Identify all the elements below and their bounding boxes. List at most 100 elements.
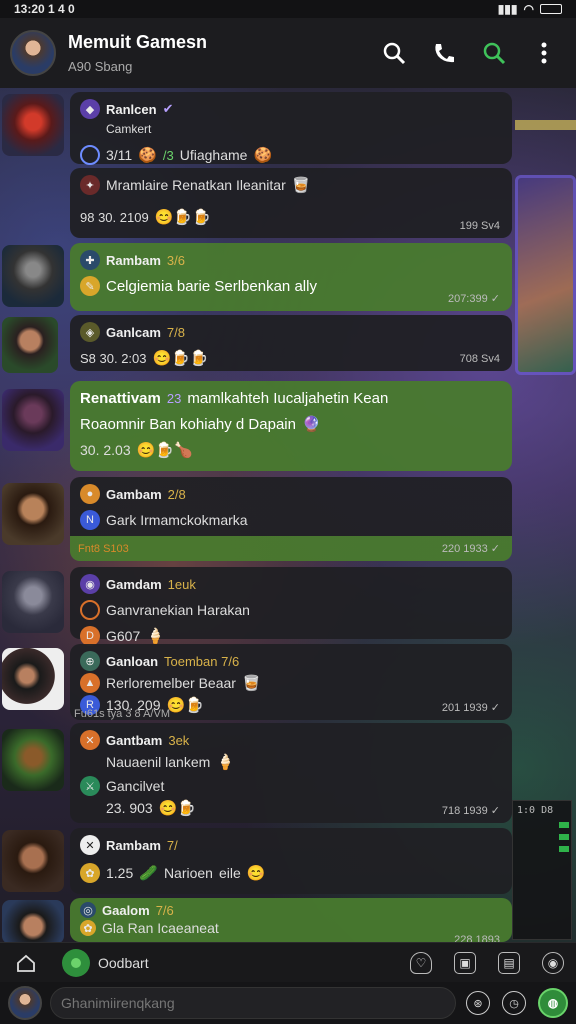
message-time: 220 1933 ✓ [441,543,500,555]
gamepad-icon[interactable]: ⊛ [466,991,490,1015]
emoji-icon: 😊🍺🍗 [136,442,193,459]
message-bubble[interactable]: ✚ Rambam 3/6 ✎ Celgiemia barie Serlbenka… [70,243,512,311]
ring-icon [80,145,100,165]
message-time: 201 1939 ✓ [441,702,500,714]
message-text: Gancilvet [106,778,165,794]
message-date: 98 30. 2109 [80,209,149,225]
group-avatar[interactable] [10,30,56,76]
game-icon: N [80,510,100,530]
message-text: mamlkahteh Iucaljahetin Kean [187,389,389,407]
emoji-icon: 😊🍺🍺 [152,350,209,367]
message-tag: 1euk [167,576,196,592]
signal-icon: ▮▮▮ [497,2,518,16]
footer-label: Fnt8 S103 [78,543,129,555]
message-text: Roaomnir Ban kohiahy d Dapain [80,415,296,433]
game-icon: ✚ [80,250,100,270]
emoji-icon: 😊 [246,865,266,882]
chat-header: Memuit Gamesn A90 Sbang [0,18,576,88]
game-icon: ◉ [80,574,100,594]
message-bubble[interactable]: ◎ Gaalom 7/6 ✿ Gla Ran Icaeaneat 228 189… [70,898,512,946]
message-count: 3/11 [106,147,133,163]
background-shelf-light [515,120,576,130]
coin-icon: ✎ [80,276,100,296]
sender-name: Rambam [106,252,161,268]
send-button[interactable]: ◍ [538,988,568,1018]
green-search-icon[interactable] [480,39,508,67]
emoji-icon: 🔮 [301,416,321,433]
message-bubble[interactable]: ✕ Gantbam 3ek Nauaenil lankem 🍦 ⚔ Gancil… [70,723,512,823]
message-bubble[interactable]: ◉ Gamdam 1euk Ganvranekian Harakan D G60… [70,567,512,646]
home-icon[interactable] [12,949,40,977]
status-dot-icon[interactable] [62,948,90,977]
background-stats-panel: 1:0 D8 [512,800,572,940]
composer-actions: ♡ ▣ ▤ ◉ [410,951,564,974]
stats-bar [559,822,569,828]
message-tag: 3ek [168,732,190,748]
game-icon: ◆ [80,99,100,119]
message-time: 708 Sv4 [459,353,500,365]
game-icon: ● [80,484,100,504]
message-input[interactable] [50,987,456,1019]
message-date: 30. 2.03 [80,442,131,458]
avatar [2,389,64,451]
message-tag: Toemban 7/6 [164,653,240,669]
game-icon [80,600,100,620]
message-text: Rerloremelber Beaar [106,675,236,691]
search-icon[interactable] [380,39,408,67]
verified-icon: ✔ [162,101,174,116]
header-subtitle: A90 Sbang [68,59,133,74]
user-avatar[interactable] [8,986,42,1020]
game-icon: ✕ [80,835,100,855]
game-icon: ⊕ [80,651,100,671]
stats-bar [559,834,569,840]
phone-icon[interactable] [430,39,458,67]
sender-name: Gambam [106,486,162,502]
message-tag: 7/ [166,837,178,853]
game-icon: ◈ [80,322,100,342]
message-bubble[interactable]: ● Gambam 2/8 N Gark Irmamckokmarka Fnt8 … [70,477,512,561]
message-tag: 7/8 [166,324,185,340]
status-time: 13:20 1 4 0 [14,2,75,16]
game-icon: ✕ [80,730,100,750]
gallery-icon[interactable]: ▣ [454,951,476,974]
game-icon: ◎ [80,902,96,918]
composer-label[interactable]: Oodbart [98,955,410,971]
sender-name: Renattivam [80,389,161,407]
page-title: Memuit Gamesn [68,32,208,52]
sender-name: Gantbam [106,732,163,748]
footer-label: Fu61s tya 3 8 A/VM [74,708,170,720]
avatar [2,571,64,633]
more-options-icon[interactable] [530,39,558,67]
emoji-icon: 🍪 [138,147,157,164]
game-icon: ✦ [80,175,100,195]
message-text: Ganvranekian Harakan [106,602,250,618]
message-text: Nauaenil lankem [106,754,211,770]
location-icon[interactable]: ◉ [542,951,564,974]
document-icon[interactable]: ▤ [498,951,520,974]
sender-name: Ganlcam [106,324,161,340]
avatar [2,648,64,710]
game-icon: ⚔ [80,776,100,796]
message-text: Ufiaghame [179,147,248,163]
header-text[interactable]: Memuit Gamesn A90 Sbang [68,32,380,74]
game-icon: ▲ [80,673,100,693]
clock-icon[interactable]: ◷ [502,991,526,1015]
shield-icon[interactable]: ♡ [410,951,432,974]
message-bubble[interactable]: Renattivam 23 mamlkahteh Iucaljahetin Ke… [70,381,512,471]
emoji-icon: 🍦 [146,628,165,645]
message-bubble[interactable]: ◆ Ranlcen ✔ Camkert 3/11 🍪 /3 Ufiaghame … [70,92,512,165]
game-icon: D [80,626,100,646]
coin-icon: ✿ [80,863,100,883]
message-bubble[interactable]: ✕ Rambam 7/ ✿ 1.25 🥒 Narioen eile 😊 [70,828,512,894]
message-text: Gla Ran Icaeaneat [102,920,219,936]
message-bubble[interactable]: ✦ Mramlaire Renatkan Ileanitar 🥃 98 30. … [70,168,512,238]
message-bubble[interactable]: ◈ Ganlcam 7/8 S8 30. 2:03 😊🍺🍺 708 Sv4 [70,315,512,371]
emoji-icon: 🥒 [139,865,158,882]
sender-name: Ganloan [106,653,159,669]
emoji-icon: 🥃 [241,675,261,692]
sender-name: Rambam [106,837,161,853]
message-text: G607 [106,628,141,644]
composer-toolbar: Oodbart ♡ ▣ ▤ ◉ [0,942,576,982]
message-bubble[interactable]: ⊕ Ganloan Toemban 7/6 ▲ Rerloremelber Be… [70,644,512,720]
emoji-icon: 😊🍺 [166,697,204,714]
